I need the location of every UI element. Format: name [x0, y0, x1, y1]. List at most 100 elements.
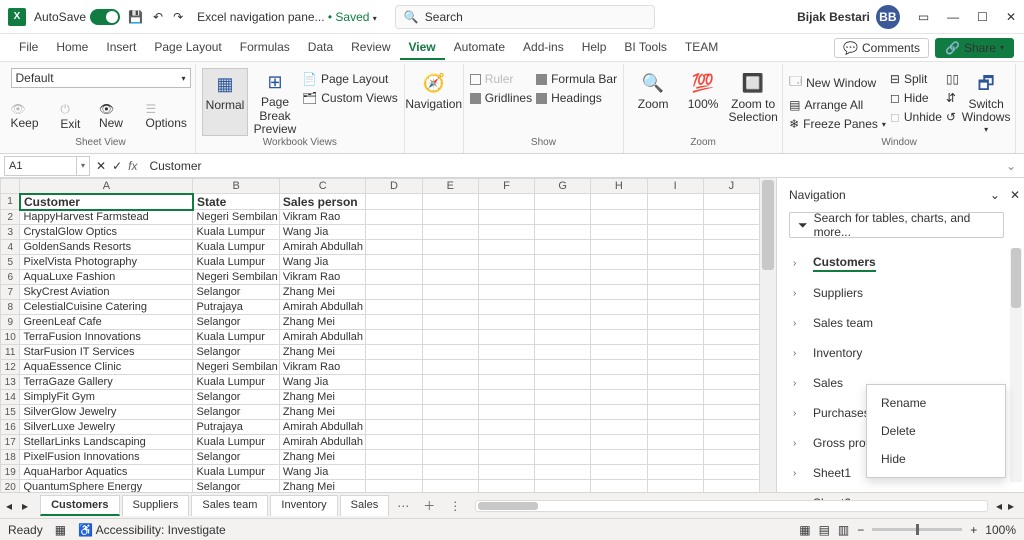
- cell[interactable]: [478, 225, 534, 240]
- row-header[interactable]: 11: [1, 345, 20, 360]
- cell[interactable]: [591, 420, 647, 435]
- cell[interactable]: [422, 435, 478, 450]
- cell[interactable]: [422, 480, 478, 493]
- cell[interactable]: [647, 435, 703, 450]
- cell[interactable]: CelestialCuisine Catering: [20, 300, 193, 315]
- cell[interactable]: [422, 405, 478, 420]
- row-header[interactable]: 19: [1, 465, 20, 480]
- cancel-icon[interactable]: ✕: [96, 159, 106, 173]
- cell[interactable]: AquaEssence Clinic: [20, 360, 193, 375]
- cell[interactable]: [703, 360, 759, 375]
- cell[interactable]: HappyHarvest Farmstead: [20, 210, 193, 225]
- row-header[interactable]: 2: [1, 210, 20, 225]
- cell[interactable]: [535, 300, 591, 315]
- cell[interactable]: [647, 225, 703, 240]
- select-all[interactable]: [1, 179, 20, 194]
- hide-button[interactable]: ◻ Hide: [890, 91, 942, 105]
- zoom-100-button[interactable]: 💯100%: [680, 68, 726, 136]
- cell[interactable]: [366, 420, 422, 435]
- cell[interactable]: Negeri Sembilan: [193, 360, 279, 375]
- cell[interactable]: [535, 375, 591, 390]
- cell[interactable]: SilverLuxe Jewelry: [20, 420, 193, 435]
- cell[interactable]: [535, 435, 591, 450]
- cell[interactable]: Sales person: [279, 194, 365, 210]
- sheet-tab-inventory[interactable]: Inventory: [270, 495, 337, 516]
- cell[interactable]: SkyCrest Aviation: [20, 285, 193, 300]
- context-delete[interactable]: Delete: [867, 417, 1005, 445]
- row-header[interactable]: 20: [1, 480, 20, 493]
- new-view-button[interactable]: 👁 New: [99, 102, 134, 131]
- cell[interactable]: [366, 330, 422, 345]
- horizontal-scrollbar[interactable]: [475, 500, 988, 512]
- cell[interactable]: Kuala Lumpur: [193, 240, 279, 255]
- cell[interactable]: [535, 405, 591, 420]
- cell[interactable]: [535, 315, 591, 330]
- zoom-out-icon[interactable]: −: [857, 523, 864, 537]
- menu-help[interactable]: Help: [573, 36, 616, 60]
- cell[interactable]: StarFusion IT Services: [20, 345, 193, 360]
- cell[interactable]: [647, 405, 703, 420]
- col-header-H[interactable]: H: [591, 179, 647, 194]
- cell[interactable]: [422, 330, 478, 345]
- nav-item-customers[interactable]: ›Customers: [789, 248, 1020, 278]
- cell[interactable]: [478, 270, 534, 285]
- user-account[interactable]: Bijak Bestari BB: [797, 5, 900, 29]
- fx-icon[interactable]: fx: [128, 159, 137, 173]
- cell[interactable]: [422, 420, 478, 435]
- cell[interactable]: [703, 255, 759, 270]
- reset-window-button[interactable]: ↺: [946, 110, 959, 124]
- cell[interactable]: [478, 360, 534, 375]
- cell[interactable]: [703, 345, 759, 360]
- cell[interactable]: Kuala Lumpur: [193, 375, 279, 390]
- cell[interactable]: [535, 450, 591, 465]
- cell[interactable]: [422, 300, 478, 315]
- cell[interactable]: TerraGaze Gallery: [20, 375, 193, 390]
- cell[interactable]: [703, 330, 759, 345]
- cell[interactable]: [422, 225, 478, 240]
- cell[interactable]: [703, 405, 759, 420]
- col-header-E[interactable]: E: [422, 179, 478, 194]
- cell[interactable]: AquaLuxe Fashion: [20, 270, 193, 285]
- cell[interactable]: [366, 360, 422, 375]
- cell[interactable]: [591, 270, 647, 285]
- cell[interactable]: Customer: [20, 194, 193, 210]
- cell[interactable]: [703, 435, 759, 450]
- cell[interactable]: Putrajaya: [193, 300, 279, 315]
- menu-insert[interactable]: Insert: [97, 36, 145, 60]
- cell[interactable]: StellarLinks Landscaping: [20, 435, 193, 450]
- row-header[interactable]: 16: [1, 420, 20, 435]
- document-title[interactable]: Excel navigation pane... • Saved ▾: [197, 10, 377, 24]
- formula-bar-checkbox[interactable]: Formula Bar: [536, 72, 617, 86]
- cell[interactable]: [647, 450, 703, 465]
- zoom-selection-button[interactable]: 🔲Zoom to Selection: [730, 68, 776, 136]
- cell[interactable]: Zhang Mei: [279, 450, 365, 465]
- cell[interactable]: [478, 375, 534, 390]
- cell[interactable]: Amirah Abdullah: [279, 300, 365, 315]
- cell[interactable]: [478, 390, 534, 405]
- cell[interactable]: [366, 225, 422, 240]
- cell[interactable]: [366, 375, 422, 390]
- nav-options-icon[interactable]: ⌄: [990, 188, 1000, 202]
- cell[interactable]: [422, 375, 478, 390]
- cell[interactable]: Wang Jia: [279, 225, 365, 240]
- sheet-tab-suppliers[interactable]: Suppliers: [122, 495, 190, 516]
- col-header-G[interactable]: G: [535, 179, 591, 194]
- page-layout-button[interactable]: 📄Page Layout: [302, 72, 398, 86]
- cell[interactable]: Selangor: [193, 480, 279, 493]
- row-header[interactable]: 4: [1, 240, 20, 255]
- menu-page-layout[interactable]: Page Layout: [145, 36, 230, 60]
- comments-button[interactable]: 💬 Comments: [834, 38, 929, 58]
- cell[interactable]: [591, 285, 647, 300]
- cell[interactable]: Negeri Sembilan: [193, 210, 279, 225]
- view-page-break-icon[interactable]: ▥: [838, 523, 849, 537]
- sheet-tab-sales-team[interactable]: Sales team: [191, 495, 268, 516]
- cell[interactable]: CrystalGlow Optics: [20, 225, 193, 240]
- cell[interactable]: AquaHarbor Aquatics: [20, 465, 193, 480]
- cell[interactable]: Wang Jia: [279, 255, 365, 270]
- cell[interactable]: [591, 375, 647, 390]
- cell[interactable]: [647, 255, 703, 270]
- accessibility-button[interactable]: ♿ Accessibility: Investigate: [78, 523, 226, 537]
- cell[interactable]: [535, 345, 591, 360]
- cell[interactable]: [591, 255, 647, 270]
- cell[interactable]: PixelFusion Innovations: [20, 450, 193, 465]
